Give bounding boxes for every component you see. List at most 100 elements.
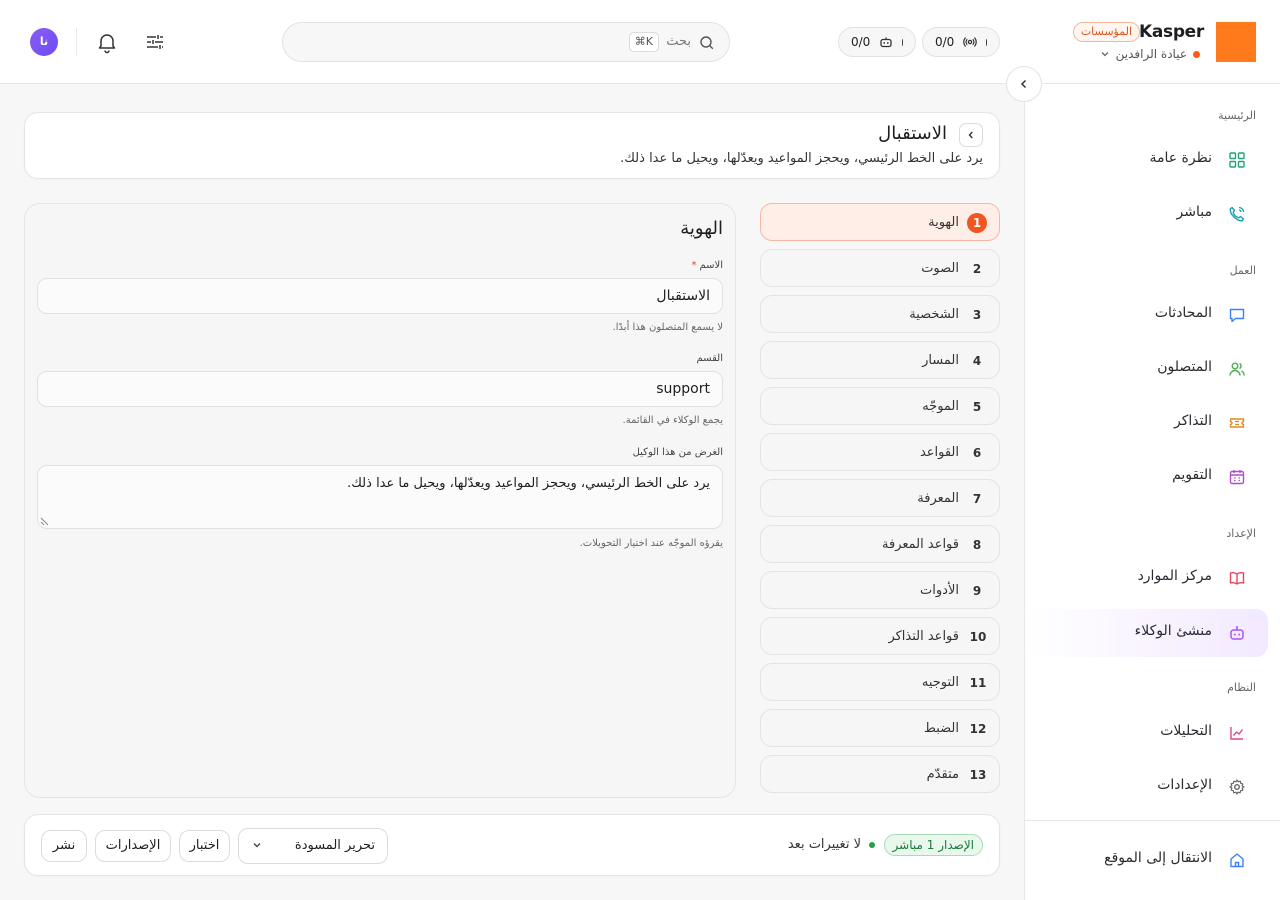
radio-icon [963, 35, 978, 49]
sidebar-item-analytics[interactable]: التحليلات [1024, 710, 1268, 756]
sidebar-item-label: التذاكر [1173, 413, 1212, 429]
step-path[interactable]: 4 المسار [760, 341, 1000, 379]
top-bar: Kasper المؤسسات عيادة الرافدين 0/0 0/0 ب… [0, 0, 1280, 84]
sidebar-item-resources[interactable]: مركز الموارد [1024, 555, 1268, 601]
calendar-icon [1228, 468, 1246, 486]
avatar[interactable]: نا [30, 28, 58, 56]
step-knowledge[interactable]: 7 المعرفة [760, 479, 1000, 517]
chevron-left-icon [1018, 78, 1030, 90]
page-subtitle: يرد على الخط الرئيسي، ويحجز المواعيد ويع… [620, 151, 983, 166]
filters-icon[interactable] [143, 30, 167, 54]
search-placeholder: بحث [666, 34, 691, 49]
change-status: لا تغييرات بعد [788, 837, 875, 852]
name-input[interactable]: الاستقبال [37, 278, 723, 314]
step-number: 11 [969, 676, 987, 690]
resize-handle-icon[interactable] [40, 517, 49, 526]
sidebar-item-settings[interactable]: الإعدادات [1024, 764, 1268, 810]
step-label: الشخصية [909, 307, 959, 322]
sidebar-item-agent-builder[interactable]: منشئ الوكلاء [1024, 609, 1268, 657]
calls-count: 0/0 [935, 35, 955, 49]
goto-site-link[interactable]: الانتقال إلى الموقع [1024, 837, 1268, 883]
sidebar-item-conversations[interactable]: المحادثات [1024, 292, 1268, 338]
versions-button[interactable]: الإصدارات [95, 830, 171, 862]
step-number: 12 [969, 722, 987, 736]
sidebar-collapse-button[interactable] [1006, 66, 1042, 102]
book-icon [1228, 569, 1246, 587]
purpose-hint: يقرؤه الموجّه عند اختيار التحويلات. [579, 538, 723, 549]
name-label-text: الاسم [699, 260, 723, 271]
sidebar-item-overview[interactable]: نظرة عامة [1024, 137, 1268, 183]
status-dot [869, 841, 875, 848]
search-box[interactable]: بحث ⌘K [282, 22, 730, 62]
purpose-textarea[interactable]: يرد على الخط الرئيسي، ويحجز المواعيد ويع… [37, 465, 723, 529]
step-number: 2 [972, 262, 982, 276]
chat-icon [1228, 306, 1246, 324]
agents-pill[interactable]: 0/0 [838, 27, 916, 57]
step-identity[interactable]: 1 الهوية [760, 203, 1000, 241]
sidebar-item-tickets[interactable]: التذاكر [1024, 400, 1268, 446]
search-shortcut: ⌘K [628, 32, 659, 52]
section-title: الهوية [680, 218, 723, 239]
sidebar-footer: الانتقال إلى الموقع [1024, 820, 1280, 900]
step-knowledge-bases[interactable]: 8 قواعد المعرفة [760, 525, 1000, 563]
sidebar-section-work: العمل [1229, 264, 1256, 277]
dept-input[interactable]: support [37, 371, 723, 407]
sidebar-item-callers[interactable]: المتصلون [1024, 346, 1268, 392]
required-mark: * [691, 260, 697, 271]
sidebar-item-calendar[interactable]: التقويم [1024, 454, 1268, 500]
goto-site-label: الانتقال إلى الموقع [1104, 850, 1212, 866]
publish-button[interactable]: نشر [41, 830, 87, 862]
sidebar-item-label: منشئ الوكلاء [1134, 623, 1212, 639]
clinic-switcher[interactable]: عيادة الرافدين [1100, 47, 1200, 61]
step-ticket-rules[interactable]: 10 قواعد التذاكر [760, 617, 1000, 655]
step-persona[interactable]: 3 الشخصية [760, 295, 1000, 333]
agents-status-dot [902, 38, 903, 46]
sidebar: الرئيسية نظرة عامة مباشر العمل المحادثات… [1024, 84, 1280, 900]
brand-logo[interactable] [1216, 22, 1256, 62]
step-advanced[interactable]: 13 متقدّم [760, 755, 1000, 793]
clinic-name: عيادة الرافدين [1115, 47, 1187, 61]
back-button[interactable] [959, 123, 983, 147]
step-label: الأدوات [920, 583, 959, 598]
name-hint: لا يسمع المتصلون هذا أبدًا. [612, 322, 723, 333]
dept-field-label: القسم [696, 353, 723, 364]
sidebar-section-system: النظام [1227, 681, 1256, 694]
chart-icon [1228, 724, 1246, 742]
bell-icon[interactable] [95, 30, 119, 54]
search-icon [699, 35, 715, 51]
purpose-text: يرد على الخط الرئيسي، ويحجز المواعيد ويع… [347, 476, 710, 491]
step-tools[interactable]: 9 الأدوات [760, 571, 1000, 609]
step-label: قواعد التذاكر [888, 629, 959, 644]
step-number: 3 [972, 308, 982, 322]
sidebar-item-label: التحليلات [1160, 723, 1212, 739]
sidebar-item-label: مباشر [1176, 204, 1212, 220]
step-label: القواعد [919, 445, 959, 460]
agents-count: 0/0 [851, 35, 871, 49]
chevron-left-icon [966, 130, 976, 140]
calls-pill[interactable]: 0/0 [922, 27, 1000, 57]
purpose-field-label: الغرض من هذا الوكيل [632, 447, 723, 458]
topbar-divider [76, 28, 77, 56]
version-badge: الإصدار 1 مباشر [883, 834, 983, 856]
step-number: 13 [969, 768, 987, 782]
step-label: الضبط [923, 721, 959, 736]
step-number: 6 [972, 446, 982, 460]
step-routing[interactable]: 11 التوجيه [760, 663, 1000, 701]
step-label: المعرفة [917, 491, 959, 506]
gear-icon [1228, 778, 1246, 796]
sidebar-item-label: المتصلون [1157, 359, 1212, 375]
step-tuning[interactable]: 12 الضبط [760, 709, 1000, 747]
dept-hint: يجمع الوكلاء في القائمة. [622, 415, 723, 426]
sidebar-item-label: المحادثات [1154, 305, 1212, 321]
sidebar-section-setup: الإعداد [1226, 527, 1256, 540]
mode-select[interactable]: تحرير المسودة [238, 828, 388, 864]
sidebar-item-live[interactable]: مباشر [1024, 191, 1268, 237]
step-voice[interactable]: 2 الصوت [760, 249, 1000, 287]
step-rules[interactable]: 6 القواعد [760, 433, 1000, 471]
step-number: 9 [972, 584, 982, 598]
chevron-down-icon [1100, 49, 1110, 59]
test-button[interactable]: اختبار [179, 830, 230, 862]
step-router[interactable]: 5 الموجّه [760, 387, 1000, 425]
phone-icon [1228, 205, 1246, 223]
sidebar-section-home: الرئيسية [1218, 109, 1256, 122]
